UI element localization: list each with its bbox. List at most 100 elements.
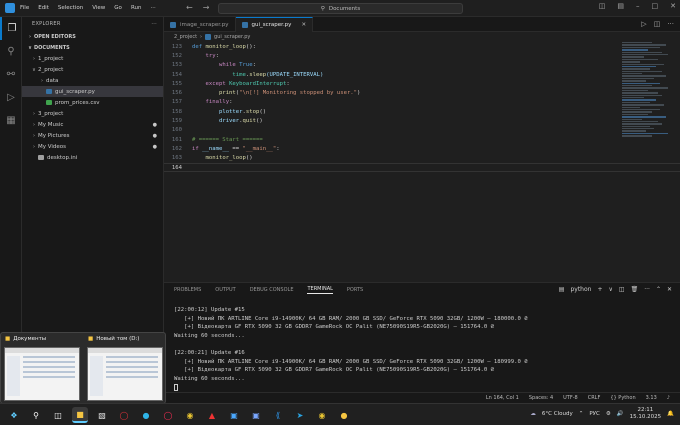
- tree-item[interactable]: › My Music ●: [22, 119, 163, 130]
- code-text: while True:: [186, 62, 256, 68]
- chrome-icon[interactable]: ◉: [314, 407, 330, 423]
- more-icon[interactable]: ···: [644, 286, 650, 293]
- close-icon[interactable]: ✕: [670, 2, 676, 10]
- maximize-panel-icon[interactable]: ⌃: [656, 286, 661, 293]
- app-red-icon[interactable]: ▲: [204, 407, 220, 423]
- search-view-icon[interactable]: ⚲: [0, 40, 22, 63]
- minimap-line: [622, 89, 648, 92]
- wifi-icon[interactable]: ⚙: [606, 411, 611, 417]
- trash-icon[interactable]: 🗑: [631, 286, 639, 293]
- status-item[interactable]: {} Python: [610, 395, 635, 401]
- maximize-icon[interactable]: □: [652, 2, 659, 10]
- panel-tab-problems[interactable]: PROBLEMS: [174, 287, 201, 293]
- minimap-line: [622, 77, 654, 80]
- opera-icon[interactable]: ◯: [116, 407, 132, 423]
- command-center-search[interactable]: ⚲ Documents: [218, 3, 463, 14]
- layout-icon[interactable]: ◫: [599, 2, 606, 10]
- code-token: print: [218, 90, 236, 97]
- status-item[interactable]: UTF-8: [563, 395, 578, 401]
- status-item[interactable]: Spaces: 4: [529, 395, 553, 401]
- minimize-icon[interactable]: –: [636, 2, 640, 10]
- panel-toggle-icon[interactable]: ▤: [617, 2, 624, 10]
- documents-section[interactable]: ∨ DOCUMENTS: [22, 42, 163, 53]
- breadcrumb-file[interactable]: gui_scraper.py: [214, 34, 250, 40]
- opera-gx-icon[interactable]: ◯: [160, 407, 176, 423]
- split-editor-icon[interactable]: ◫: [654, 20, 661, 28]
- language-indicator[interactable]: РУС: [589, 411, 600, 417]
- run-debug-icon[interactable]: ▷: [0, 86, 22, 109]
- status-item[interactable]: CRLF: [588, 395, 601, 401]
- open-editors-section[interactable]: › OPEN EDITORS: [22, 31, 163, 42]
- new-terminal-icon[interactable]: +: [597, 286, 602, 293]
- menu-item[interactable]: File: [20, 5, 29, 11]
- notification-bell-icon[interactable]: ♪: [667, 395, 670, 401]
- tree-item[interactable]: › 3_project: [22, 108, 163, 119]
- terminal-line: Waiting 60 seconds...: [174, 376, 245, 383]
- start-windows-icon[interactable]: ❖: [6, 407, 22, 423]
- status-item[interactable]: Ln 164, Col 1: [486, 395, 519, 401]
- menu-item[interactable]: Selection: [58, 5, 83, 11]
- store-icon[interactable]: ▣: [226, 407, 242, 423]
- source-control-icon[interactable]: ⚯: [0, 63, 22, 86]
- app-yellow-icon[interactable]: ●: [336, 407, 352, 423]
- minimap-line: [622, 132, 668, 135]
- search-icon[interactable]: ⚲: [28, 407, 44, 423]
- terminal-output[interactable]: [22:00:12] Update #15 [+] Новий ПК ARTLI…: [174, 306, 620, 392]
- volume-icon[interactable]: 🔊: [617, 411, 624, 417]
- close-icon[interactable]: ✕: [301, 22, 306, 28]
- panel-tab-debug-console[interactable]: DEBUG CONSOLE: [250, 287, 294, 293]
- tree-item[interactable]: desktop.ini: [22, 152, 163, 163]
- panel-tab-output[interactable]: OUTPUT: [215, 287, 235, 293]
- minimap-line: [622, 63, 664, 65]
- tree-item[interactable]: gui_scraper.py: [22, 86, 163, 97]
- code-line: 152 try:: [164, 51, 680, 60]
- menu-item[interactable]: ···: [150, 5, 155, 11]
- tree-item[interactable]: › 1_project: [22, 53, 163, 64]
- tree-item[interactable]: › data: [22, 75, 163, 86]
- menu-item[interactable]: Run: [131, 5, 142, 11]
- close-panel-icon[interactable]: ✕: [667, 286, 672, 293]
- panel-tab-ports[interactable]: PORTS: [347, 287, 363, 293]
- run-icon[interactable]: ▷: [641, 20, 646, 28]
- app-icon[interactable]: ▧: [94, 407, 110, 423]
- back-arrow-icon[interactable]: ←: [186, 3, 193, 12]
- panel-tab-terminal[interactable]: TERMINAL: [307, 286, 333, 294]
- status-item[interactable]: 3.13: [646, 395, 657, 401]
- split-terminal-icon[interactable]: ◫: [619, 286, 625, 293]
- thumbnail-volume-d[interactable]: ■ Новый том (D:): [84, 333, 166, 403]
- app-blue-icon[interactable]: ▣: [248, 407, 264, 423]
- tree-item[interactable]: prom_prices.csv: [22, 97, 163, 108]
- minimap[interactable]: [622, 42, 670, 192]
- file-explorer-icon[interactable]: ■: [72, 407, 88, 423]
- tab-gui-scraper[interactable]: gui_scraper.py ✕: [235, 17, 314, 32]
- tree-item[interactable]: › My Pictures ●: [22, 130, 163, 141]
- extensions-icon[interactable]: ▦: [0, 109, 22, 132]
- more-icon[interactable]: ···: [667, 20, 674, 28]
- tree-item[interactable]: › My Videos ●: [22, 141, 163, 152]
- menu-item[interactable]: Edit: [38, 5, 49, 11]
- terminal-shell-label[interactable]: python: [570, 286, 591, 293]
- menu-item[interactable]: View: [92, 5, 105, 11]
- tab-image-scraper[interactable]: image_scraper.py: [164, 17, 236, 32]
- menu-item[interactable]: Go: [114, 5, 122, 11]
- explorer-icon[interactable]: ❐: [0, 17, 22, 40]
- telegram-icon[interactable]: ➤: [292, 407, 308, 423]
- weather-text[interactable]: 6°C Cloudy: [542, 411, 573, 417]
- vscode-icon[interactable]: ⟪: [270, 407, 286, 423]
- breadcrumb-folder[interactable]: 2_project: [174, 34, 197, 40]
- notification-bell-icon[interactable]: 🔔: [667, 411, 674, 417]
- more-actions-icon[interactable]: ···: [151, 21, 157, 27]
- minimap-line: [622, 108, 660, 111]
- task-view-icon[interactable]: ◫: [50, 407, 66, 423]
- chrome-icon[interactable]: ◉: [182, 407, 198, 423]
- code-editor[interactable]: 123 def monitor_loop(): 152 try: 153 while …: [164, 42, 680, 282]
- code-token: :: [252, 62, 257, 69]
- thumbnail-documents[interactable]: ■ Документы: [1, 333, 83, 403]
- chevron-up-icon[interactable]: ⌃: [579, 411, 584, 417]
- tree-item[interactable]: ∨ 2_project: [22, 64, 163, 75]
- edge-icon[interactable]: ●: [138, 407, 154, 423]
- forward-arrow-icon[interactable]: →: [203, 3, 210, 12]
- clock[interactable]: 22:11 15.10.2025: [630, 407, 662, 421]
- chevron-down-icon[interactable]: ∨: [609, 286, 613, 293]
